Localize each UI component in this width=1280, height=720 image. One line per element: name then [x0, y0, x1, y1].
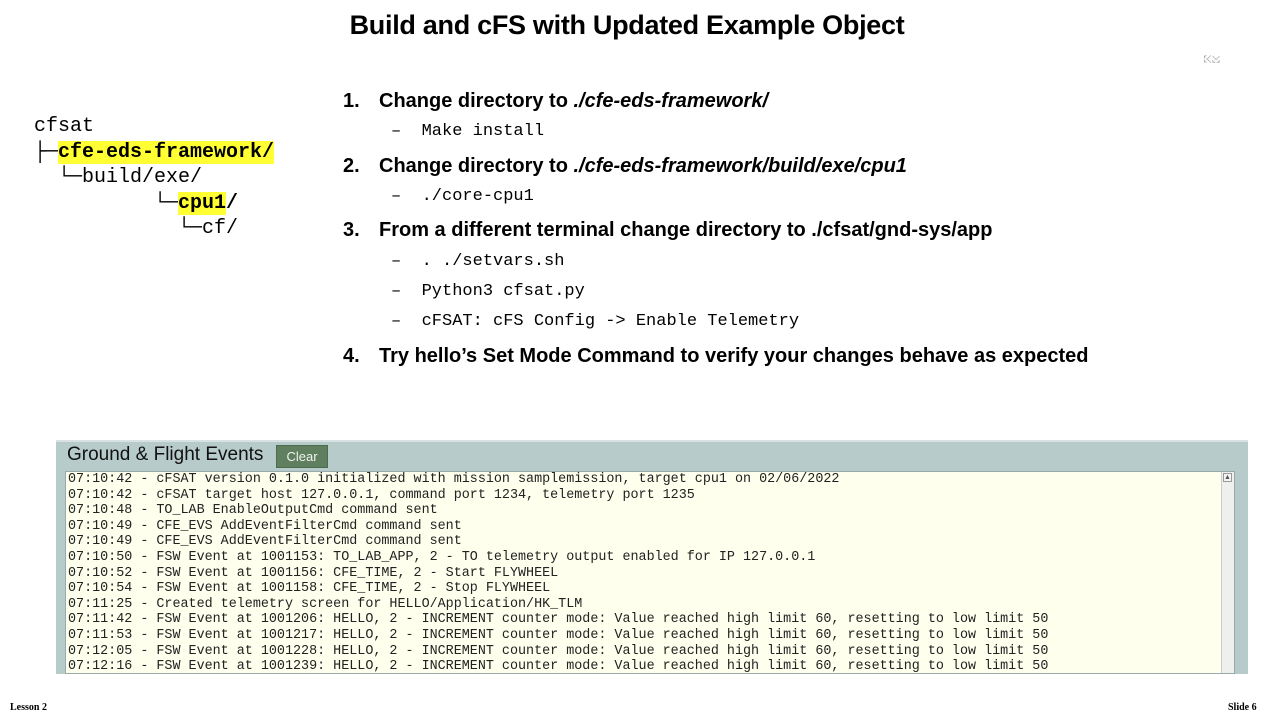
event-log[interactable]: 07:10:42 - cFSAT version 0.1.0 initializ…: [65, 471, 1235, 674]
event-log-line: 07:10:54 - FSW Event at 1001158: CFE_TIM…: [68, 581, 551, 597]
step-number: 1.: [343, 90, 360, 112]
event-log-line: 07:10:48 - TO_LAB EnableOutputCmd comman…: [68, 503, 438, 519]
footer-slide-number: Slide 6: [1228, 702, 1257, 713]
event-log-line: 07:11:42 - FSW Event at 1001206: HELLO, …: [68, 612, 1049, 628]
tree-root: cfsat: [34, 115, 95, 138]
step-text: Change directory to: [379, 90, 574, 112]
step-4: 4. Try hello’s Set Mode Command to verify…: [343, 345, 1088, 368]
event-log-line: 07:10:52 - FSW Event at 1001156: CFE_TIM…: [68, 565, 559, 581]
event-log-line: 07:10:49 - CFE_EVS AddEventFilterCmd com…: [68, 534, 462, 550]
step-2: 2. Change directory to ./cfe-eds-framewor…: [343, 155, 907, 178]
event-log-line: 07:10:49 - CFE_EVS AddEventFilterCmd com…: [68, 518, 462, 534]
event-log-line: 07:12:16 - FSW Event at 1001239: HELLO, …: [68, 659, 1049, 674]
step-text: From a different terminal change directo…: [379, 219, 993, 241]
step-text: Change directory to: [379, 155, 574, 177]
footer-lesson: Lesson 2: [10, 702, 47, 713]
tree-item-cf: └─cf/: [34, 217, 239, 241]
event-log-lines: 07:10:42 - cFSAT version 0.1.0 initializ…: [66, 472, 1234, 674]
tree-item-cpu1: └─cpu1/: [34, 191, 274, 217]
tree-highlight-cpu1: cpu1: [178, 191, 227, 215]
step-number: 3.: [343, 219, 360, 241]
event-log-line: 07:10:50 - FSW Event at 1001153: TO_LAB_…: [68, 549, 816, 565]
step-3-sub-1: – . ./setvars.sh: [391, 252, 565, 271]
scroll-up-arrow-icon[interactable]: ▲: [1223, 473, 1232, 482]
clear-button[interactable]: Clear: [276, 445, 328, 468]
step-3-sub-2: – Python3 cfsat.py: [391, 282, 585, 301]
event-log-line: 07:10:42 - cFSAT version 0.1.0 initializ…: [68, 472, 840, 487]
step-path: ./cfe-eds-framework/: [573, 90, 768, 112]
event-log-line: 07:11:25 - Created telemetry screen for …: [68, 596, 583, 612]
event-log-line: 07:12:05 - FSW Event at 1001228: HELLO, …: [68, 643, 1049, 659]
event-log-line: 07:10:42 - cFSAT target host 127.0.0.1, …: [68, 487, 695, 503]
step-number: 4.: [343, 345, 360, 367]
event-log-scrollbar[interactable]: ▲: [1221, 472, 1234, 673]
ground-flight-events-panel: Ground & Flight Events Clear 07:10:42 - …: [56, 440, 1248, 674]
directory-tree: cfsat ├─cfe-eds-framework/ └─build/exe/ …: [34, 114, 275, 242]
tree-highlight-cfe-eds-framework: cfe-eds-framework/: [58, 140, 275, 164]
tree-branch-glyph: ├─: [34, 140, 59, 164]
step-3: 3. From a different terminal change direc…: [343, 219, 992, 242]
events-panel-title: Ground & Flight Events: [67, 444, 264, 465]
step-path: ./cfe-eds-framework/build/exe/cpu1: [573, 155, 907, 177]
step-text: Try hello’s Set Mode Command to verify y…: [379, 345, 1089, 367]
step-3-sub-3: – cFSAT: cFS Config -> Enable Telemetry: [391, 312, 800, 331]
step-1: 1. Change directory to ./cfe-eds-framewor…: [343, 90, 768, 113]
tree-branch-glyph: └─: [34, 191, 179, 215]
tree-item-cfe-eds-framework: ├─cfe-eds-framework/: [34, 140, 275, 166]
slide-title: Build and cFS with Updated Example Objec…: [349, 10, 905, 40]
tree-slash: /: [226, 191, 239, 215]
step-2-sub-1: – ./core-cpu1: [391, 187, 534, 206]
step-1-sub-1: – Make install: [391, 122, 545, 141]
event-log-line: 07:11:53 - FSW Event at 1001217: HELLO, …: [68, 627, 1049, 643]
step-number: 2.: [343, 155, 360, 177]
expand-icon: ⤪⤩: [1204, 54, 1220, 65]
tree-item-build-exe: └─build/exe/: [34, 166, 203, 190]
